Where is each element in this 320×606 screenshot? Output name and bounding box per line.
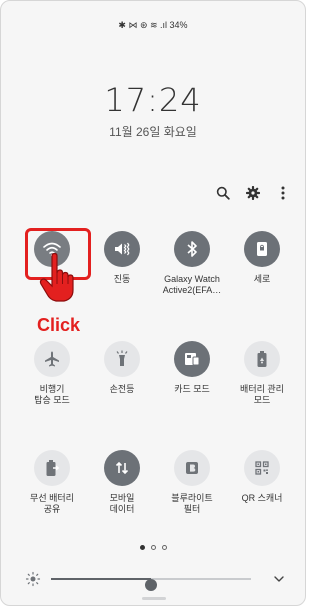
brightness-thumb[interactable] <box>145 579 157 591</box>
tile-airplane[interactable]: 비행기 탑승 모드 <box>17 341 87 406</box>
tile-row-3: 무선 배터리 공유 모바일 데이터 블루라이트 필터 QR 스캐너 <box>17 450 291 515</box>
tile-label: 비행기 탑승 모드 <box>34 384 70 405</box>
tile-portrait[interactable]: 세로 <box>227 231 297 296</box>
status-bar: ✱ ⋈ ⊛ ≋ .ıl 34% <box>118 20 188 30</box>
bluetooth-icon[interactable] <box>174 231 210 267</box>
quick-panel-toolbar <box>215 185 291 201</box>
tile-card-mode[interactable]: 카드 모드 <box>157 341 227 406</box>
battery-saver-icon[interactable] <box>244 341 280 377</box>
tile-label: QR 스캐너 <box>241 493 283 503</box>
tile-label: 모바일 데이터 <box>109 493 135 514</box>
settings-icon[interactable] <box>245 185 261 201</box>
tile-label: Galaxy Watch Active2(EFA… <box>162 274 222 295</box>
flashlight-icon[interactable] <box>104 341 140 377</box>
vibrate-icon[interactable] <box>104 231 140 267</box>
tile-label: 카드 모드 <box>174 384 210 394</box>
brightness-fill <box>51 578 151 580</box>
tile-mobile-data[interactable]: 모바일 데이터 <box>87 450 157 515</box>
tile-wireless-share[interactable]: 무선 배터리 공유 <box>17 450 87 515</box>
airplane-icon[interactable] <box>34 341 70 377</box>
tile-flashlight[interactable]: 손전등 <box>87 341 157 406</box>
chevron-down-icon[interactable] <box>271 571 287 587</box>
tile-label: 세로 <box>253 274 271 284</box>
clock-time: 17:24 <box>104 81 202 119</box>
tile-bluetooth[interactable]: Galaxy Watch Active2(EFA… <box>157 231 227 296</box>
tile-qr-scanner[interactable]: QR 스캐너 <box>227 450 297 515</box>
brightness-icon <box>25 571 41 587</box>
tile-blue-light[interactable]: 블루라이트 필터 <box>157 450 227 515</box>
phone-frame: ✱ ⋈ ⊛ ≋ .ıl 34% 17:24 11월 26일 화요일 진동 Gal… <box>0 0 306 606</box>
portrait-lock-icon[interactable] <box>244 231 280 267</box>
tile-row-2: 비행기 탑승 모드 손전등 카드 모드 배터리 관리 모드 <box>17 341 291 406</box>
tile-label: 배터리 관리 모드 <box>240 384 284 405</box>
tile-label: 손전등 <box>109 384 135 394</box>
brightness-slider[interactable] <box>51 578 251 591</box>
more-icon[interactable] <box>275 185 291 201</box>
page-dot-3[interactable] <box>161 545 167 550</box>
tile-label: 블루라이트 필터 <box>171 493 213 514</box>
page-indicator <box>1 545 305 550</box>
page-dot-2[interactable] <box>150 545 156 550</box>
tile-battery-saver[interactable]: 배터리 관리 모드 <box>227 341 297 406</box>
pointing-hand-icon <box>39 252 79 303</box>
search-icon[interactable] <box>215 185 231 201</box>
mobile-data-icon[interactable] <box>104 450 140 486</box>
tile-label: 무선 배터리 공유 <box>30 493 74 514</box>
page-dot-1[interactable] <box>139 545 145 550</box>
qr-scanner-icon[interactable] <box>244 450 280 486</box>
brightness-control <box>25 571 287 591</box>
card-mode-icon[interactable] <box>174 341 210 377</box>
tile-label: 진동 <box>113 274 131 284</box>
clock-date: 11월 26일 화요일 <box>109 125 197 139</box>
blue-light-icon[interactable] <box>174 450 210 486</box>
wireless-share-icon[interactable] <box>34 450 70 486</box>
click-annotation: Click <box>37 315 81 335</box>
drag-handle[interactable] <box>142 597 166 600</box>
tile-vibrate[interactable]: 진동 <box>87 231 157 296</box>
